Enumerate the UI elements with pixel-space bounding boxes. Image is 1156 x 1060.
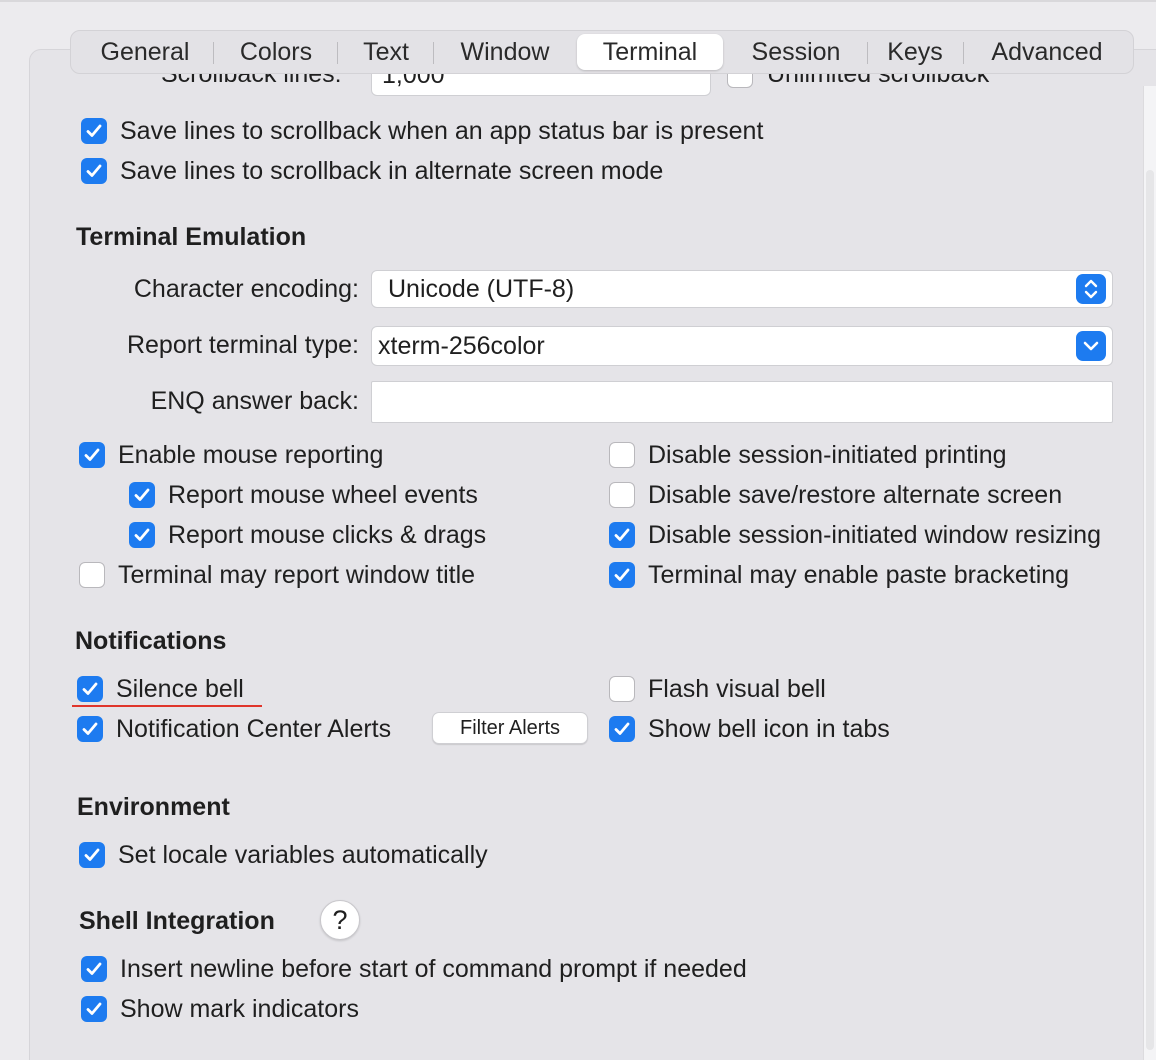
- tab-separator: [867, 42, 868, 64]
- save-alt-screen-checkbox[interactable]: [81, 158, 107, 184]
- tab-terminal[interactable]: Terminal: [577, 34, 723, 70]
- scrollback-row: Scrollback lines: 1,000 Unlimited scroll…: [29, 74, 1139, 98]
- enq-answer-back-label: ENQ answer back:: [150, 387, 359, 415]
- shell-integration-heading: Shell Integration: [79, 907, 275, 935]
- character-encoding-value: Unicode (UTF-8): [388, 275, 575, 303]
- tab-keys[interactable]: Keys: [875, 34, 955, 70]
- unlimited-scrollback-label: Unlimited scrollback: [767, 74, 990, 88]
- enable-mouse-reporting-checkbox[interactable]: [79, 442, 105, 468]
- scrollback-lines-input[interactable]: 1,000: [371, 74, 711, 96]
- tab-separator: [337, 42, 338, 64]
- insert-newline-checkbox[interactable]: [81, 956, 107, 982]
- paste-bracketing-checkbox[interactable]: [609, 562, 635, 588]
- checkmark-icon: [86, 962, 102, 975]
- checkmark-icon: [86, 164, 102, 177]
- report-clicks-drags-label: Report mouse clicks & drags: [168, 521, 487, 549]
- silence-bell-checkbox[interactable]: [77, 676, 103, 702]
- tab-advanced[interactable]: Advanced: [971, 34, 1123, 70]
- tab-text[interactable]: Text: [345, 34, 427, 70]
- report-clicks-drags-checkbox[interactable]: [129, 522, 155, 548]
- set-locale-checkbox[interactable]: [79, 842, 105, 868]
- report-terminal-type-label: Report terminal type:: [126, 331, 359, 359]
- scrollback-lines-label: Scrollback lines:: [161, 74, 342, 88]
- report-terminal-type-combo[interactable]: xterm-256color: [371, 326, 1113, 366]
- tab-general[interactable]: General: [83, 34, 207, 70]
- report-wheel-events-checkbox[interactable]: [129, 482, 155, 508]
- disable-printing-checkbox[interactable]: [609, 442, 635, 468]
- up-down-arrows-icon: [1076, 274, 1106, 304]
- save-status-bar-checkbox[interactable]: [81, 118, 107, 144]
- environment-heading: Environment: [77, 793, 230, 821]
- scrollback-lines-value: 1,000: [382, 74, 445, 89]
- scrollbar-thumb[interactable]: [1146, 170, 1154, 1050]
- flash-visual-bell-checkbox[interactable]: [609, 676, 635, 702]
- disable-window-resizing-clip: Disable session-initiated window resizin…: [648, 519, 1143, 553]
- disable-printing-label: Disable session-initiated printing: [648, 441, 1007, 469]
- set-locale-label: Set locale variables automatically: [118, 841, 488, 869]
- checkmark-icon: [82, 682, 98, 695]
- report-window-title-label: Terminal may report window title: [118, 561, 476, 589]
- tab-bar: General Colors Text Window Terminal Sess…: [70, 30, 1134, 74]
- disable-save-restore-checkbox[interactable]: [609, 482, 635, 508]
- checkmark-icon: [84, 848, 100, 861]
- bell-icon-in-tabs-label: Show bell icon in tabs: [648, 715, 890, 743]
- help-button[interactable]: ?: [320, 900, 360, 940]
- character-encoding-label: Character encoding:: [133, 275, 359, 303]
- checkmark-icon: [82, 722, 98, 735]
- enq-answer-back-input[interactable]: [371, 381, 1113, 423]
- unlimited-scrollback-checkbox[interactable]: [727, 74, 753, 88]
- mark-indicators-label: Show mark indicators: [120, 995, 359, 1023]
- tab-separator: [213, 42, 214, 64]
- nc-alerts-label: Notification Center Alerts: [116, 715, 392, 743]
- checkmark-icon: [614, 568, 630, 581]
- notifications-heading: Notifications: [75, 627, 227, 655]
- enable-mouse-reporting-label: Enable mouse reporting: [118, 441, 384, 469]
- mark-indicators-checkbox[interactable]: [81, 996, 107, 1022]
- filter-alerts-button[interactable]: Filter Alerts: [432, 712, 588, 744]
- report-terminal-type-value: xterm-256color: [378, 332, 545, 360]
- window-top-border: [0, 0, 1156, 2]
- tab-session[interactable]: Session: [731, 34, 861, 70]
- bell-icon-in-tabs-checkbox[interactable]: [609, 716, 635, 742]
- chevron-down-icon[interactable]: [1076, 331, 1106, 361]
- character-encoding-popup[interactable]: Unicode (UTF-8): [371, 270, 1113, 308]
- report-wheel-events-label: Report mouse wheel events: [168, 481, 478, 509]
- tab-separator: [433, 42, 434, 64]
- checkmark-icon: [134, 528, 150, 541]
- tab-separator: [963, 42, 964, 64]
- checkmark-icon: [84, 448, 100, 461]
- silence-bell-label: Silence bell: [116, 675, 244, 703]
- highlight-underline: [72, 705, 262, 707]
- disable-window-resizing-label: Disable session-initiated window resizin…: [648, 521, 1101, 549]
- terminal-emulation-heading: Terminal Emulation: [76, 223, 307, 251]
- save-alt-screen-label: Save lines to scrollback in alternate sc…: [120, 157, 664, 185]
- tab-window[interactable]: Window: [441, 34, 569, 70]
- checkmark-icon: [614, 722, 630, 735]
- report-window-title-checkbox[interactable]: [79, 562, 105, 588]
- checkmark-icon: [86, 124, 102, 137]
- paste-bracketing-label: Terminal may enable paste bracketing: [648, 561, 1070, 589]
- checkmark-icon: [86, 1002, 102, 1015]
- checkmark-icon: [614, 528, 630, 541]
- insert-newline-label: Insert newline before start of command p…: [120, 955, 747, 983]
- tab-colors[interactable]: Colors: [221, 34, 331, 70]
- disable-save-restore-label: Disable save/restore alternate screen: [648, 481, 1063, 509]
- disable-window-resizing-checkbox[interactable]: [609, 522, 635, 548]
- nc-alerts-checkbox[interactable]: [77, 716, 103, 742]
- save-status-bar-label: Save lines to scrollback when an app sta…: [120, 117, 764, 145]
- flash-visual-bell-label: Flash visual bell: [648, 675, 826, 703]
- checkmark-icon: [134, 488, 150, 501]
